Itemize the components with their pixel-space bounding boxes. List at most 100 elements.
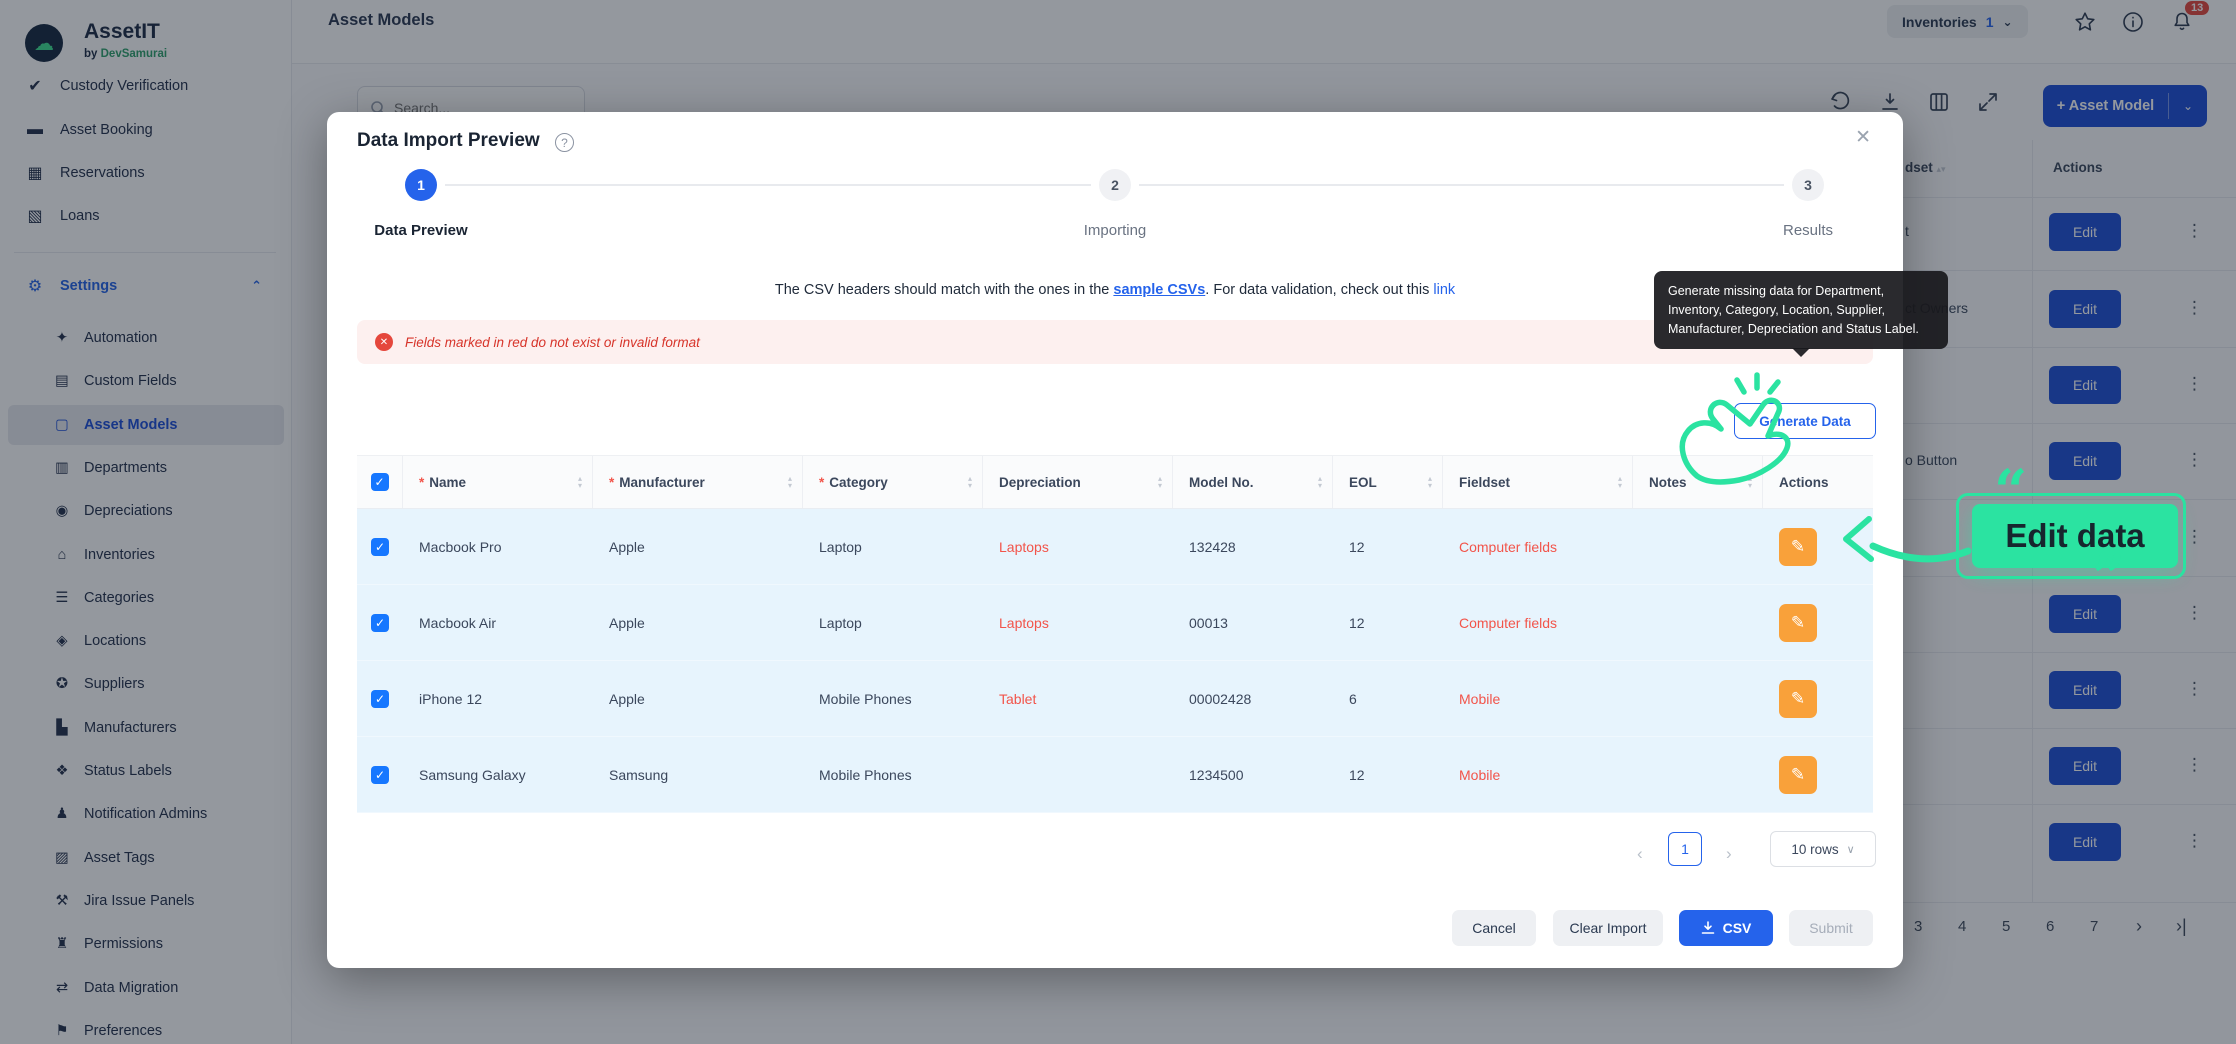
row-edit-button[interactable]: ✎ xyxy=(1779,680,1817,718)
rows-per-page-select[interactable]: 10 rows ∨ xyxy=(1770,831,1876,867)
column-header-label: Fieldset xyxy=(1459,475,1510,490)
cell-model-no: 00002428 xyxy=(1173,661,1333,736)
step-circle-3: 3 xyxy=(1792,169,1824,201)
sort-down-icon: ▾ xyxy=(1748,482,1752,489)
cell-category: Mobile Phones xyxy=(803,737,983,812)
cell-name: Macbook Air xyxy=(403,585,593,660)
column-header-manufacturer: *Manufacturer▴▾ xyxy=(593,456,803,508)
close-quote-decoration: ” xyxy=(2092,548,2125,606)
pencil-icon: ✎ xyxy=(1791,537,1805,557)
sort-down-icon: ▾ xyxy=(968,482,972,489)
cell-fieldset: Computer fields xyxy=(1443,509,1633,584)
help-icon[interactable]: ? xyxy=(555,133,574,152)
step-circle-1: 1 xyxy=(405,169,437,201)
row-checkbox[interactable]: ✓ xyxy=(371,766,389,784)
sort-icon[interactable]: ▴▾ xyxy=(788,475,792,489)
column-header-label: Model No. xyxy=(1189,475,1254,490)
error-banner: ✕ Fields marked in red do not exist or i… xyxy=(357,320,1873,364)
step-connector xyxy=(445,184,1091,186)
step-label-1: Data Preview xyxy=(374,222,467,239)
cell-eol: 12 xyxy=(1333,509,1443,584)
step-circle-2: 2 xyxy=(1099,169,1131,201)
submit-button[interactable]: Submit xyxy=(1789,910,1873,946)
table-header-row: ✓*Name▴▾*Manufacturer▴▾*Category▴▾Deprec… xyxy=(357,455,1873,509)
column-header-eol: EOL ▴▾ xyxy=(1333,456,1443,508)
cell-notes xyxy=(1633,661,1763,736)
sort-down-icon: ▾ xyxy=(1618,482,1622,489)
sort-icon[interactable]: ▴▾ xyxy=(1158,475,1162,489)
column-header-label: Notes xyxy=(1649,475,1687,490)
cell-notes xyxy=(1633,585,1763,660)
page-number-button[interactable]: 1 xyxy=(1668,832,1702,866)
row-checkbox[interactable]: ✓ xyxy=(371,538,389,556)
sort-icon[interactable]: ▴▾ xyxy=(578,475,582,489)
next-page-icon[interactable]: › xyxy=(1726,844,1732,864)
data-import-preview-modal: Data Import Preview ? ✕ 1 Data Preview 2 Im… xyxy=(327,112,1903,968)
download-icon xyxy=(1701,921,1715,935)
generate-data-button[interactable]: Generate Data xyxy=(1734,403,1876,439)
table-row: ✓Samsung GalaxySamsungMobile Phones12345… xyxy=(357,737,1873,813)
cell-manufacturer: Apple xyxy=(593,585,803,660)
tooltip-text: Generate missing data for Department, In… xyxy=(1668,284,1919,336)
step-label-2: Importing xyxy=(1084,222,1147,239)
rows-per-page-value: 10 rows xyxy=(1791,842,1838,857)
import-preview-table: ✓*Name▴▾*Manufacturer▴▾*Category▴▾Deprec… xyxy=(357,455,1873,813)
sort-icon[interactable]: ▴▾ xyxy=(1428,475,1432,489)
table-row: ✓Macbook AirAppleLaptopLaptops0001312Com… xyxy=(357,585,1873,661)
cell-model-no: 132428 xyxy=(1173,509,1333,584)
cell-actions: ✎ xyxy=(1763,509,1873,584)
row-checkbox[interactable]: ✓ xyxy=(371,614,389,632)
csv-download-button[interactable]: CSV xyxy=(1679,910,1773,946)
required-asterisk: * xyxy=(609,475,614,490)
validation-link[interactable]: link xyxy=(1433,282,1455,298)
row-edit-button[interactable]: ✎ xyxy=(1779,528,1817,566)
cell-depreciation xyxy=(983,737,1173,812)
cell-fieldset: Mobile xyxy=(1443,661,1633,736)
modal-title: Data Import Preview xyxy=(357,130,540,152)
cell-fieldset: Mobile xyxy=(1443,737,1633,812)
column-header-label: Actions xyxy=(1779,475,1829,490)
prev-page-icon[interactable]: ‹ xyxy=(1637,844,1643,864)
column-header-name: * Name ▴▾ xyxy=(403,456,593,508)
row-checkbox[interactable]: ✓ xyxy=(371,690,389,708)
sort-icon[interactable]: ▴▾ xyxy=(968,475,972,489)
cell-model-no: 1234500 xyxy=(1173,737,1333,812)
row-edit-button[interactable]: ✎ xyxy=(1779,604,1817,642)
column-header-label: EOL xyxy=(1349,475,1377,490)
csv-label: CSV xyxy=(1723,920,1752,936)
required-asterisk: * xyxy=(419,475,424,490)
sort-icon[interactable]: ▴▾ xyxy=(1748,475,1752,489)
column-header-label: Category xyxy=(829,475,888,490)
column-header-label: Name xyxy=(429,475,466,490)
cell-fieldset: Computer fields xyxy=(1443,585,1633,660)
sort-down-icon: ▾ xyxy=(1428,482,1432,489)
sample-csvs-link[interactable]: sample CSVs xyxy=(1113,282,1205,298)
sort-icon[interactable]: ▴▾ xyxy=(1318,475,1322,489)
cancel-button[interactable]: Cancel xyxy=(1452,910,1536,946)
close-icon[interactable]: ✕ xyxy=(1855,126,1871,149)
cell-actions: ✎ xyxy=(1763,585,1873,660)
sort-down-icon: ▾ xyxy=(788,482,792,489)
step-label-3: Results xyxy=(1783,222,1833,239)
cell-category: Laptop xyxy=(803,585,983,660)
select-all-checkbox[interactable]: ✓ xyxy=(371,473,389,491)
cell-manufacturer: Samsung xyxy=(593,737,803,812)
app-root: ☁ AssetIT by DevSamurai ✔Custody Verific… xyxy=(0,0,2236,1044)
clear-import-button[interactable]: Clear Import xyxy=(1553,910,1663,946)
cell-name: iPhone 12 xyxy=(403,661,593,736)
cell-eol: 12 xyxy=(1333,737,1443,812)
pencil-icon: ✎ xyxy=(1791,689,1805,709)
row-edit-button[interactable]: ✎ xyxy=(1779,756,1817,794)
column-header-category: * Category ▴▾ xyxy=(803,456,983,508)
row-checkbox-cell: ✓ xyxy=(357,661,403,736)
cell-manufacturer: Apple xyxy=(593,661,803,736)
cell-depreciation: Tablet xyxy=(983,661,1173,736)
cell-eol: 12 xyxy=(1333,585,1443,660)
open-quote-decoration: “ xyxy=(1994,462,2027,520)
table-row: ✓iPhone 12AppleMobile PhonesTablet000024… xyxy=(357,661,1873,737)
required-asterisk: * xyxy=(819,475,824,490)
cell-name: Macbook Pro xyxy=(403,509,593,584)
column-header-actions: Actions xyxy=(1763,456,1873,508)
error-message: Fields marked in red do not exist or inv… xyxy=(405,335,700,350)
sort-icon[interactable]: ▴▾ xyxy=(1618,475,1622,489)
